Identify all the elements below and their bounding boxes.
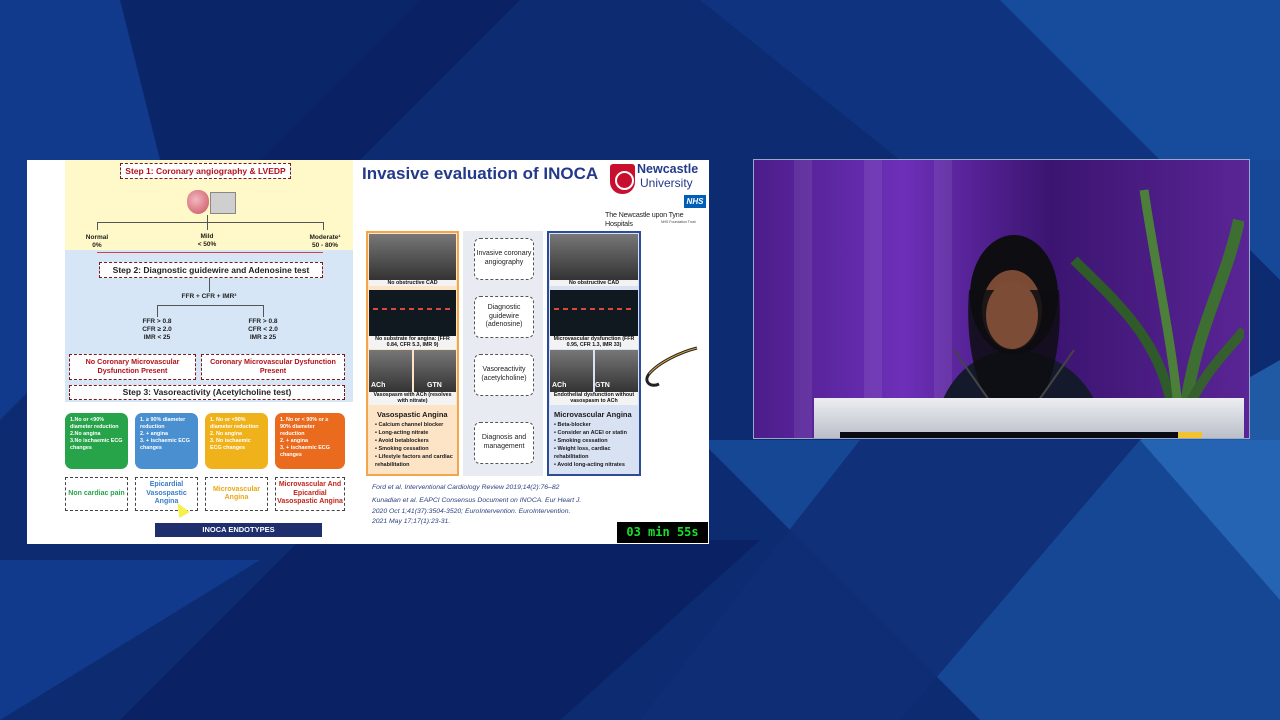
reference-kunadian: Kunadian et al. EAPCI Consensus Document… bbox=[372, 497, 582, 526]
university-logo-line1: Newcastle bbox=[637, 162, 699, 176]
podium-screen-strip bbox=[840, 432, 1200, 438]
stenosis-normal: Normal 0% bbox=[85, 234, 109, 250]
criteria-cmd: FFR > 0.8 CFR < 2.0 IMR ≥ 25 bbox=[248, 318, 278, 342]
vasospastic-management-list: Calcium channel blockerLong-acting nitra… bbox=[375, 422, 457, 470]
guidewire-icon bbox=[645, 346, 698, 387]
angiogram-thumbnail bbox=[210, 192, 236, 214]
cmd-box: Coronary Microvascular Dysfunction Prese… bbox=[201, 354, 345, 380]
stenosis-moderate: Moderate¹ 50 - 80% bbox=[309, 234, 341, 250]
angiogram-image-right bbox=[550, 234, 638, 280]
speaker-video-feed bbox=[753, 159, 1250, 439]
slide-title: Invasive evaluation of INOCA bbox=[362, 164, 599, 183]
right-caption-1: No obstructive CAD bbox=[550, 280, 638, 287]
left-caption-2: No substrate for angina: (FFR 0.84, CFR … bbox=[369, 336, 456, 349]
step-vasoreactivity: Vasoreactivity (acetylcholine) bbox=[474, 354, 534, 396]
gtn-label-right: GTN bbox=[595, 382, 610, 389]
university-logo-line2: University bbox=[640, 176, 693, 190]
step-diagnosis-management: Diagnosis and management bbox=[474, 422, 534, 464]
endotype-label-mixed: Microvascular And Epicardial Vasospastic… bbox=[275, 477, 345, 511]
university-crest-icon bbox=[610, 164, 635, 194]
pressure-trace-left bbox=[369, 290, 456, 336]
right-caption-3: Endothelial dysfunction without vasospas… bbox=[550, 392, 638, 405]
endotype-label-microvascular: Microvascular Angina bbox=[205, 477, 268, 511]
step-invasive-angiography: Invasive coronary angiography bbox=[474, 238, 534, 280]
ach-label-left: ACh bbox=[371, 382, 386, 389]
step2-box: Step 2: Diagnostic guidewire and Adenosi… bbox=[99, 262, 323, 278]
pressure-trace-right bbox=[550, 290, 638, 336]
step-diagnostic-guidewire: Diagnostic guidewire (adenosine) bbox=[474, 296, 534, 338]
vasospastic-angina-title: Vasospastic Angina bbox=[377, 410, 448, 419]
microvascular-management-list: Beta-blockerConsider an ACEI or statinSm… bbox=[554, 422, 638, 470]
criteria-normal: FFR > 0.8 CFR ≥ 2.0 IMR < 25 bbox=[142, 318, 172, 342]
left-caption-1: No obstructive CAD bbox=[369, 280, 456, 287]
endotype-box-microvascular: 1. No or <90% diameter reduction 2. No an… bbox=[205, 413, 268, 469]
presentation-timer: 03 min 55s bbox=[617, 522, 708, 543]
metrics-label: FFR + CFR + IMR³ bbox=[181, 293, 237, 300]
speaker-silhouette bbox=[934, 235, 1104, 430]
endotype-label-vasospastic: Epicardial Vasospastic Angina bbox=[135, 477, 198, 511]
microvascular-angina-title: Microvascular Angina bbox=[554, 410, 632, 419]
step1-box: Step 1: Coronary angiography & LVEDP bbox=[120, 163, 291, 179]
inoca-flowchart: Step 1: Coronary angiography & LVEDP Nor… bbox=[27, 160, 362, 544]
left-caption-3: Vasospasm with ACh (resolves with nitrat… bbox=[369, 392, 456, 405]
podium-accent bbox=[1178, 432, 1202, 438]
hospital-trust: NHS Foundation Trust bbox=[661, 220, 696, 224]
heart-icon bbox=[187, 190, 209, 214]
ach-label-right: ACh bbox=[552, 382, 567, 389]
nhs-logo: NHS bbox=[684, 195, 706, 208]
step3-box: Step 3: Vasoreactivity (Acetylcholine te… bbox=[69, 385, 345, 400]
endotype-box-vasospastic: 1. ≥ 90% diameter reduction 2. + angina 3.… bbox=[135, 413, 198, 469]
angiogram-image-left bbox=[369, 234, 456, 280]
right-caption-2: Microvascular dysfunction (FFR 0.95, CFR… bbox=[550, 336, 638, 349]
presentation-slide: Step 1: Coronary angiography & LVEDP Nor… bbox=[27, 160, 709, 544]
endotype-box-non-cardiac: 1.No or <90% diameter reduction 2.No angi… bbox=[65, 413, 128, 469]
reference-ford: Ford et al. Interventional Cardiology Re… bbox=[372, 484, 560, 491]
no-cmd-box: No Coronary Microvascular Dysfunction Pr… bbox=[69, 354, 196, 380]
endotype-box-mixed: 1. No or < 90% or ≥ 90% diameter reducti… bbox=[275, 413, 345, 469]
endotype-label-non-cardiac: Non cardiac pain bbox=[65, 477, 128, 511]
gtn-label-left: GTN bbox=[427, 382, 442, 389]
hospital-name: The Newcastle upon Tyne Hospitals bbox=[605, 210, 684, 228]
inoca-endotypes-bar: INOCA ENDOTYPES bbox=[155, 523, 322, 537]
stenosis-mild: Mild < 50% bbox=[197, 233, 217, 249]
